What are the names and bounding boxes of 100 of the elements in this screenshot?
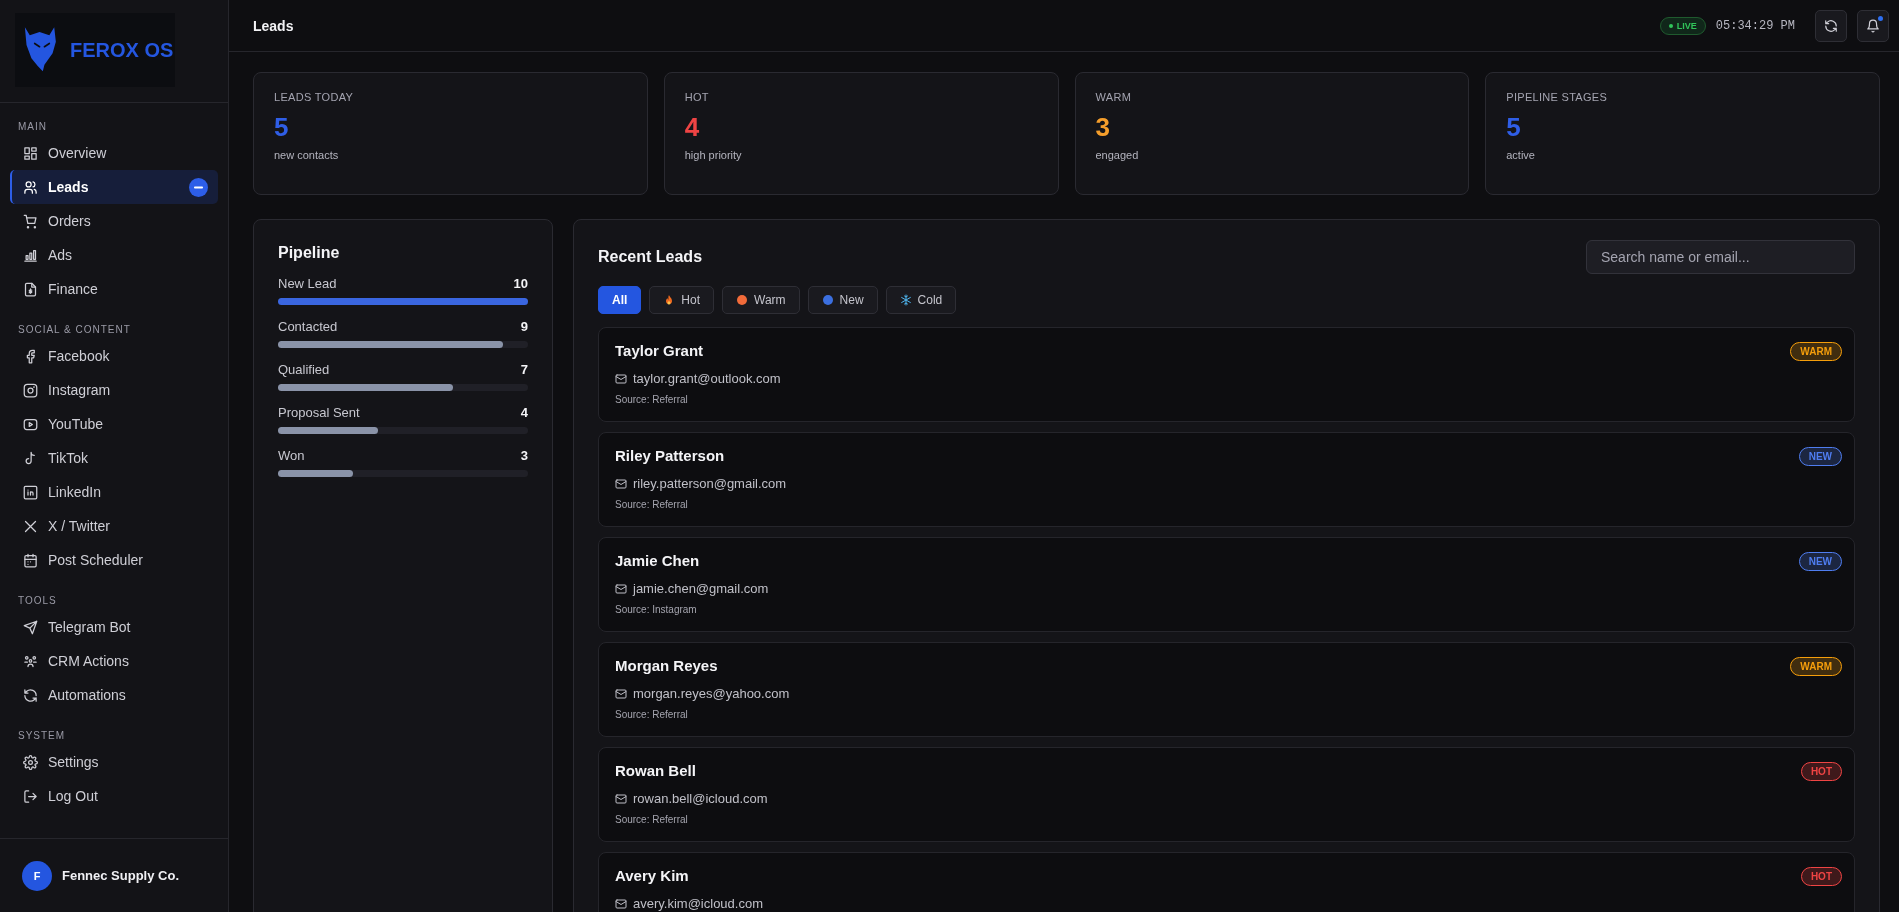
section-heading: MAIN xyxy=(17,120,48,134)
avatar: F xyxy=(22,860,52,891)
sidebar-item[interactable]: Post Scheduler xyxy=(10,543,218,577)
stage-count: 3 xyxy=(520,448,528,463)
stat-label: PIPELINE STAGES xyxy=(1506,91,1609,103)
people-icon xyxy=(23,653,38,669)
x-logo-icon xyxy=(23,518,38,534)
sidebar-item[interactable]: CRM Actions xyxy=(10,644,218,678)
sidebar-item[interactable]: LinkedIn xyxy=(10,475,218,509)
stat-value: 5 xyxy=(1506,112,1522,143)
lead-email: morgan.reyes@yahoo.com xyxy=(633,686,790,701)
notifications-button[interactable] xyxy=(1857,9,1889,42)
stat-caption: active xyxy=(1506,149,1536,161)
sidebar-item[interactable]: Overview xyxy=(10,136,218,170)
filter-chip[interactable]: All xyxy=(598,286,642,314)
status-badge: HOT xyxy=(1800,762,1842,781)
users-icon xyxy=(23,179,38,195)
lead-source: Source: Instagram xyxy=(615,604,698,615)
sidebar-item[interactable]: Telegram Bot xyxy=(10,610,218,644)
stage-count: 4 xyxy=(520,405,528,420)
stage-label: Contacted xyxy=(278,319,338,334)
stat-label: LEADS TODAY xyxy=(274,91,355,103)
dot-icon xyxy=(736,294,749,306)
sidebar-item[interactable]: Leads xyxy=(10,170,218,204)
brand-name: FEROX OS xyxy=(70,38,174,62)
stat-value: 4 xyxy=(684,112,701,143)
music-note-icon xyxy=(23,450,38,466)
lead-name: Avery Kim xyxy=(615,867,689,884)
lead-email: taylor.grant@outlook.com xyxy=(633,371,781,386)
stat-value: 3 xyxy=(1095,112,1111,143)
stat-value: 5 xyxy=(274,112,290,143)
dot-icon xyxy=(821,294,834,306)
status-badge: WARM xyxy=(1790,657,1842,676)
stage-count: 9 xyxy=(520,319,528,334)
filter-chip[interactable]: Cold xyxy=(885,286,957,314)
lead-email: avery.kim@icloud.com xyxy=(633,896,763,911)
sidebar-item[interactable]: Orders xyxy=(10,204,218,238)
instagram-icon xyxy=(23,382,38,398)
sidebar-item[interactable]: Facebook xyxy=(10,339,218,373)
sidebar-item[interactable]: Log Out xyxy=(10,779,218,813)
lead-name: Morgan Reyes xyxy=(615,657,718,674)
snowflake-icon xyxy=(899,294,912,306)
stage-label: New Lead xyxy=(278,276,337,291)
sidebar-item[interactable]: Ads xyxy=(10,238,218,272)
stage-count: 10 xyxy=(513,276,528,291)
refresh-button[interactable] xyxy=(1815,9,1847,42)
filter-chip[interactable]: Hot xyxy=(649,286,715,314)
stage-label: Proposal Sent xyxy=(278,405,360,420)
lead-source: Source: Referral xyxy=(615,499,689,510)
lead-name: Taylor Grant xyxy=(615,342,704,359)
document-icon xyxy=(23,281,38,297)
sidebar-item[interactable]: Settings xyxy=(10,745,218,779)
panel-title: Recent Leads xyxy=(598,248,703,266)
stat-caption: high priority xyxy=(684,149,743,161)
page-title: Leads xyxy=(253,17,295,34)
paper-plane-icon xyxy=(23,619,38,635)
filter-chip[interactable]: New xyxy=(807,286,878,314)
live-badge: LIVE xyxy=(1659,16,1706,35)
lead-name: Rowan Bell xyxy=(615,762,696,779)
section-heading: SOCIAL & CONTENT xyxy=(17,323,132,337)
mail-icon xyxy=(615,792,627,805)
stage-count: 7 xyxy=(520,362,528,377)
status-badge: HOT xyxy=(1800,867,1842,886)
status-badge: NEW xyxy=(1798,552,1842,571)
sidebar-item[interactable]: TikTok xyxy=(10,441,218,475)
sidebar-item[interactable]: YouTube xyxy=(10,407,218,441)
lead-email: riley.patterson@gmail.com xyxy=(633,476,787,491)
filter-chip[interactable]: Warm xyxy=(722,286,800,314)
sidebar-item[interactable]: Finance xyxy=(10,272,218,306)
stat-label: HOT xyxy=(684,91,710,103)
stat-label: WARM xyxy=(1095,91,1133,103)
refresh-icon xyxy=(1824,18,1838,33)
bell-icon xyxy=(1866,18,1880,33)
bar-chart-icon xyxy=(23,247,38,263)
linkedin-icon xyxy=(23,484,38,500)
section-heading: SYSTEM xyxy=(17,729,67,743)
sidebar-item[interactable]: Automations xyxy=(10,678,218,712)
logout-icon xyxy=(23,788,38,804)
lead-source: Source: Referral xyxy=(615,394,689,405)
search-field[interactable]: Search name or email... xyxy=(1586,240,1855,274)
mail-icon xyxy=(615,582,627,595)
sidebar-item[interactable]: Instagram xyxy=(10,373,218,407)
account-name: Fennec Supply Co. xyxy=(62,868,179,883)
lead-source: Source: Referral xyxy=(615,709,689,720)
mail-icon xyxy=(615,687,627,700)
sidebar-item[interactable]: X / Twitter xyxy=(10,509,218,543)
dashboard-icon xyxy=(23,145,38,161)
panel-title: Pipeline xyxy=(278,244,341,262)
status-badge: NEW xyxy=(1798,447,1842,466)
mail-icon xyxy=(615,372,627,385)
lead-email: jamie.chen@gmail.com xyxy=(633,581,769,596)
status-badge: WARM xyxy=(1790,342,1842,361)
calendar-icon xyxy=(23,552,38,568)
lead-name: Jamie Chen xyxy=(615,552,700,569)
mail-icon xyxy=(615,897,627,910)
stat-caption: new contacts xyxy=(274,149,340,161)
mail-icon xyxy=(615,477,627,490)
settings-icon xyxy=(23,754,38,770)
cart-icon xyxy=(23,213,38,229)
stat-caption: engaged xyxy=(1095,149,1140,161)
